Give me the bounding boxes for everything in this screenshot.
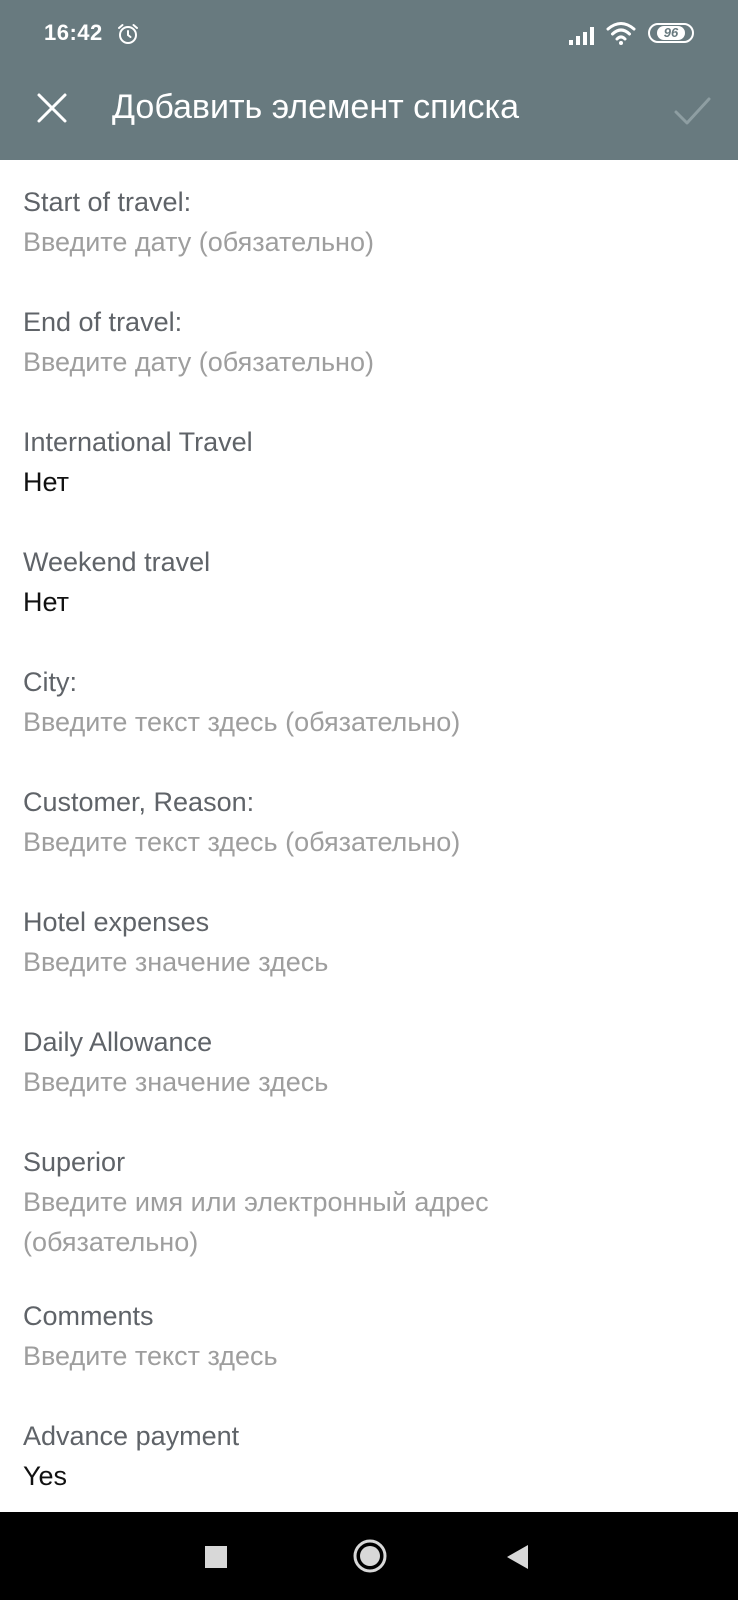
status-time: 16:42 <box>44 20 103 45</box>
field-label: Daily Allowance <box>23 1027 213 1057</box>
person-input[interactable]: Введите имя или электронный адрес (обяза… <box>23 1182 583 1262</box>
recents-square-icon[interactable] <box>205 1546 227 1568</box>
field-label: Hotel expenses <box>23 907 210 937</box>
text-input[interactable]: Введите текст здесь (обязательно) <box>23 702 703 742</box>
wifi-icon <box>606 22 636 45</box>
signal-icon <box>569 27 594 45</box>
field-customer-reason[interactable]: Customer, Reason: Введите текст здесь (о… <box>23 782 703 862</box>
field-label: Start of travel: <box>23 187 192 217</box>
battery-level: 96 <box>656 26 686 40</box>
field-label: End of travel: <box>23 307 183 337</box>
alarm-icon <box>118 24 138 44</box>
field-daily-allowance[interactable]: Daily Allowance Введите значение здесь <box>23 1022 703 1102</box>
field-weekend-travel[interactable]: Weekend travel Нет <box>23 542 703 622</box>
number-input[interactable]: Введите значение здесь <box>23 1062 703 1102</box>
system-nav-bar <box>0 1512 738 1600</box>
check-icon[interactable] <box>670 88 714 132</box>
app-bar: Добавить элемент списка <box>0 68 738 160</box>
field-label: Customer, Reason: <box>23 787 255 817</box>
field-label: Weekend travel <box>23 547 211 577</box>
close-icon[interactable] <box>30 86 74 130</box>
form: Start of travel: Введите дату (обязатель… <box>0 160 738 1512</box>
text-input[interactable]: Введите текст здесь <box>23 1336 703 1376</box>
battery-icon: 96 <box>648 23 694 43</box>
field-advance-payment[interactable]: Advance payment Yes <box>23 1416 703 1496</box>
status-bar: 16:42 96 <box>0 0 738 68</box>
field-hotel-expenses[interactable]: Hotel expenses Введите значение здесь <box>23 902 703 982</box>
text-input[interactable]: Введите текст здесь (обязательно) <box>23 822 703 862</box>
date-input[interactable]: Введите дату (обязательно) <box>23 342 703 382</box>
field-comments[interactable]: Comments Введите текст здесь <box>23 1296 703 1376</box>
choice-value[interactable]: Yes <box>23 1456 703 1496</box>
field-start-of-travel[interactable]: Start of travel: Введите дату (обязатель… <box>23 182 703 262</box>
field-end-of-travel[interactable]: End of travel: Введите дату (обязательно… <box>23 302 703 382</box>
field-label: Comments <box>23 1301 154 1331</box>
field-international-travel[interactable]: International Travel Нет <box>23 422 703 502</box>
page-title: Добавить элемент списка <box>112 88 520 126</box>
field-superior[interactable]: Superior Введите имя или электронный адр… <box>23 1142 583 1262</box>
choice-value[interactable]: Нет <box>23 462 703 502</box>
screen: 16:42 96 Добавить элемент списка Start o… <box>0 0 738 1600</box>
number-input[interactable]: Введите значение здесь <box>23 942 703 982</box>
field-label: Superior <box>23 1147 126 1177</box>
field-label: City: <box>23 667 77 697</box>
home-circle-icon[interactable] <box>352 1538 388 1574</box>
choice-value[interactable]: Нет <box>23 582 703 622</box>
date-input[interactable]: Введите дату (обязательно) <box>23 222 703 262</box>
header: 16:42 96 Добавить элемент списка <box>0 0 738 160</box>
field-city[interactable]: City: Введите текст здесь (обязательно) <box>23 662 703 742</box>
field-label: Advance payment <box>23 1421 240 1451</box>
back-triangle-icon[interactable] <box>506 1544 530 1570</box>
field-label: International Travel <box>23 427 253 457</box>
